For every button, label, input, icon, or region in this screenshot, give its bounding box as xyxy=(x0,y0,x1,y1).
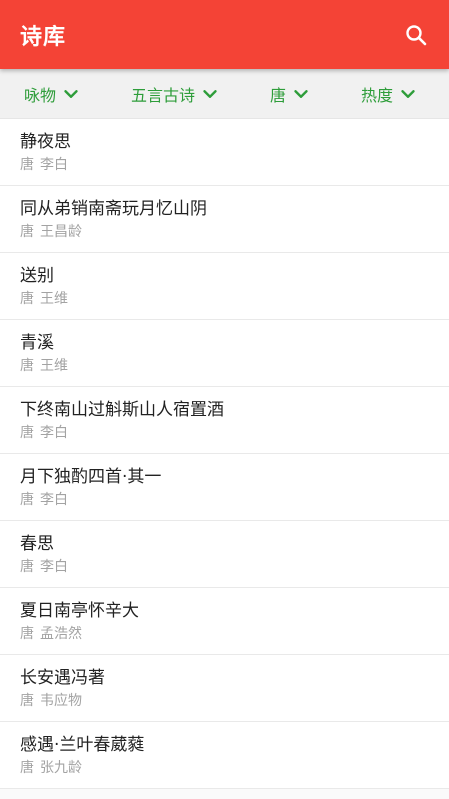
poem-dynasty: 唐 xyxy=(20,425,34,441)
poem-list-item[interactable]: 夏日南亭怀辛大 唐孟浩然 xyxy=(0,588,449,655)
search-icon xyxy=(406,24,427,45)
poem-list-item[interactable]: 春思 唐李白 xyxy=(0,521,449,588)
poem-meta: 唐李白 xyxy=(20,423,429,443)
app-title: 诗库 xyxy=(20,24,67,50)
poem-title: 长安遇冯著 xyxy=(20,668,105,688)
poem-meta: 唐李白 xyxy=(20,155,429,175)
chevron-down-icon xyxy=(203,89,217,98)
poem-meta: 唐王昌龄 xyxy=(20,222,429,242)
poem-title: 青溪 xyxy=(20,333,54,353)
filter-label: 五言古诗 xyxy=(130,85,195,105)
poem-list-item[interactable]: 送别 唐王维 xyxy=(0,253,449,320)
poem-title: 送别 xyxy=(20,266,54,286)
chevron-down-icon xyxy=(64,89,78,98)
poem-meta: 唐张九龄 xyxy=(20,758,429,778)
poem-dynasty: 唐 xyxy=(20,492,34,508)
poem-author: 王维 xyxy=(40,358,68,374)
poem-list-item[interactable]: 长安遇冯著 唐韦应物 xyxy=(0,655,449,722)
poem-dynasty: 唐 xyxy=(20,760,34,776)
poem-title: 夏日南亭怀辛大 xyxy=(20,601,139,621)
poem-meta: 唐王维 xyxy=(20,356,429,376)
poem-meta: 唐孟浩然 xyxy=(20,624,429,644)
poem-author: 王昌龄 xyxy=(40,224,82,240)
poem-list-item[interactable]: 同从弟销南斋玩月忆山阴 唐王昌龄 xyxy=(0,186,449,253)
poem-dynasty: 唐 xyxy=(20,693,34,709)
filter-dynasty-dropdown[interactable]: 唐 xyxy=(270,82,312,106)
poem-dynasty: 唐 xyxy=(20,626,34,642)
poem-dynasty: 唐 xyxy=(20,157,34,173)
poem-list: 静夜思 唐李白 同从弟销南斋玩月忆山阴 唐王昌龄 送别 唐王维 青溪 唐王维 下… xyxy=(0,119,449,789)
poem-author: 张九龄 xyxy=(40,760,82,776)
poem-list-item[interactable]: 青溪 唐王维 xyxy=(0,320,449,387)
poem-dynasty: 唐 xyxy=(20,291,34,307)
poem-meta: 唐李白 xyxy=(20,557,429,577)
chevron-down-icon xyxy=(401,89,415,98)
poem-author: 孟浩然 xyxy=(40,626,82,642)
poem-meta: 唐李白 xyxy=(20,490,429,510)
filter-sort-dropdown[interactable]: 热度 xyxy=(361,82,419,106)
poem-author: 李白 xyxy=(40,559,68,575)
poem-meta: 唐韦应物 xyxy=(20,691,429,711)
poem-title: 下终南山过斛斯山人宿置酒 xyxy=(20,400,224,420)
filter-label: 热度 xyxy=(360,85,393,105)
filter-label: 唐 xyxy=(269,85,286,105)
poem-list-item[interactable]: 下终南山过斛斯山人宿置酒 唐李白 xyxy=(0,387,449,454)
poem-list-item[interactable]: 感遇·兰叶春葳蕤 唐张九龄 xyxy=(0,722,449,789)
poem-title: 春思 xyxy=(20,534,54,554)
app-bar: 诗库 xyxy=(0,0,449,69)
poem-author: 李白 xyxy=(40,157,68,173)
poem-title: 感遇·兰叶春葳蕤 xyxy=(20,735,145,755)
poem-dynasty: 唐 xyxy=(20,358,34,374)
poem-title: 同从弟销南斋玩月忆山阴 xyxy=(20,199,207,219)
poem-author: 王维 xyxy=(40,291,68,307)
chevron-down-icon xyxy=(294,89,308,98)
poem-meta: 唐王维 xyxy=(20,289,429,309)
poem-dynasty: 唐 xyxy=(20,559,34,575)
poem-list-item[interactable]: 月下独酌四首·其一 唐李白 xyxy=(0,454,449,521)
poem-title: 月下独酌四首·其一 xyxy=(20,467,162,487)
poem-list-item[interactable]: 静夜思 唐李白 xyxy=(0,119,449,186)
filter-label: 咏物 xyxy=(24,85,57,105)
poem-author: 李白 xyxy=(40,492,68,508)
filter-form-dropdown[interactable]: 五言古诗 xyxy=(131,82,221,106)
filter-category-dropdown[interactable]: 咏物 xyxy=(24,82,82,106)
poem-dynasty: 唐 xyxy=(20,224,34,240)
poem-title: 静夜思 xyxy=(20,132,71,152)
filter-bar: 咏物 五言古诗 唐 热度 xyxy=(0,69,449,119)
search-button[interactable] xyxy=(401,20,431,50)
poem-author: 李白 xyxy=(40,425,68,441)
poem-author: 韦应物 xyxy=(40,693,82,709)
app-screen: 诗库 咏物 五言古诗 唐 热度 静夜思 唐 李白 同从弟销南斋玩月忆山阴 唐 王… xyxy=(0,0,449,799)
